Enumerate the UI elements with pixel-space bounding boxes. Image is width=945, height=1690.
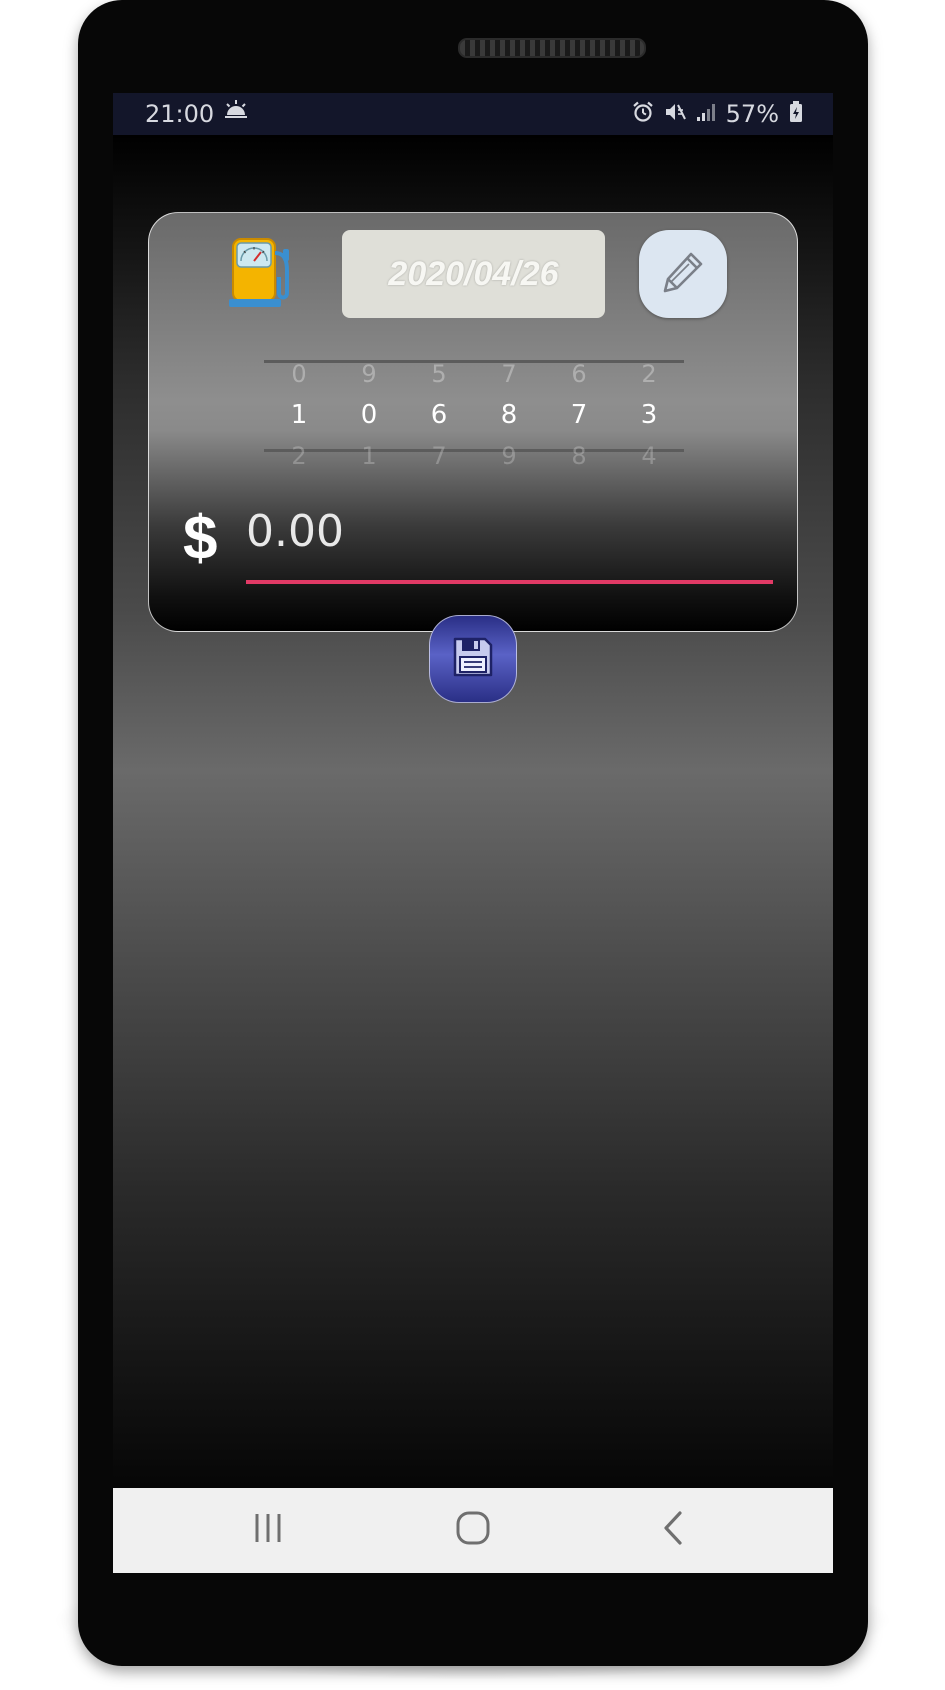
wheel-digit-above: 2 [641, 360, 657, 388]
amount-underline [246, 580, 773, 584]
date-display[interactable]: 2020/04/26 [342, 230, 605, 318]
wheel-digit-selected: 6 [430, 400, 448, 430]
gas-pump-icon [227, 237, 297, 309]
recents-button[interactable] [208, 1488, 328, 1573]
wheel-digit-below: 8 [571, 442, 587, 470]
wheel-digit-above: 0 [291, 360, 307, 388]
fuel-entry-card: 2020/04/26 0 1 2 9 0 1 5 6 7 7 8 9 6 7 8… [148, 212, 798, 632]
home-icon [456, 1511, 490, 1550]
status-icons: 57% [632, 100, 803, 128]
wheel-digit-selected: 8 [500, 400, 518, 430]
odometer-picker[interactable]: 0 1 2 9 0 1 5 6 7 7 8 9 6 7 8 2 3 4 [264, 360, 684, 470]
status-bar: 21:00 57% [113, 93, 833, 135]
currency-symbol: $ [183, 504, 218, 573]
alarm-icon [632, 101, 654, 128]
navigation-bar [113, 1488, 833, 1573]
wheel-digit-above: 5 [431, 360, 447, 388]
wheel-digit-below: 9 [501, 442, 517, 470]
sunrise-icon [223, 99, 249, 126]
back-button[interactable] [613, 1488, 733, 1573]
status-time: 21:00 [145, 100, 215, 128]
back-icon [661, 1511, 685, 1550]
amount-input[interactable] [246, 501, 771, 561]
mute-icon [664, 101, 686, 128]
wheel-digit-selected: 1 [290, 400, 308, 430]
wheel-digit-selected: 3 [640, 400, 658, 430]
battery-charging-icon [789, 100, 803, 128]
wheel-digit-below: 2 [291, 442, 307, 470]
save-button[interactable] [429, 615, 517, 703]
app-background: 2020/04/26 0 1 2 9 0 1 5 6 7 7 8 9 6 7 8… [113, 135, 833, 1488]
signal-icon [696, 102, 716, 127]
edit-button[interactable] [639, 230, 727, 318]
wheel-digit-below: 1 [361, 442, 377, 470]
wheel-digit-below: 4 [641, 442, 657, 470]
recents-icon [253, 1512, 283, 1549]
pencil-icon [658, 247, 708, 302]
wheel-digit-above: 9 [361, 360, 377, 388]
phone-speaker [458, 38, 646, 58]
battery-percent: 57% [725, 100, 779, 128]
wheel-digit-selected: 0 [360, 400, 378, 430]
wheel-digit-above: 7 [501, 360, 517, 388]
device-screen: 21:00 57% 2020/04/26 0 1 2 9 0 1 5 6 7 7… [113, 93, 833, 1573]
home-button[interactable] [413, 1488, 533, 1573]
wheel-digit-above: 6 [571, 360, 587, 388]
wheel-digit-below: 7 [431, 442, 447, 470]
wheel-digit-selected: 7 [570, 400, 588, 430]
floppy-disk-icon [451, 635, 495, 684]
